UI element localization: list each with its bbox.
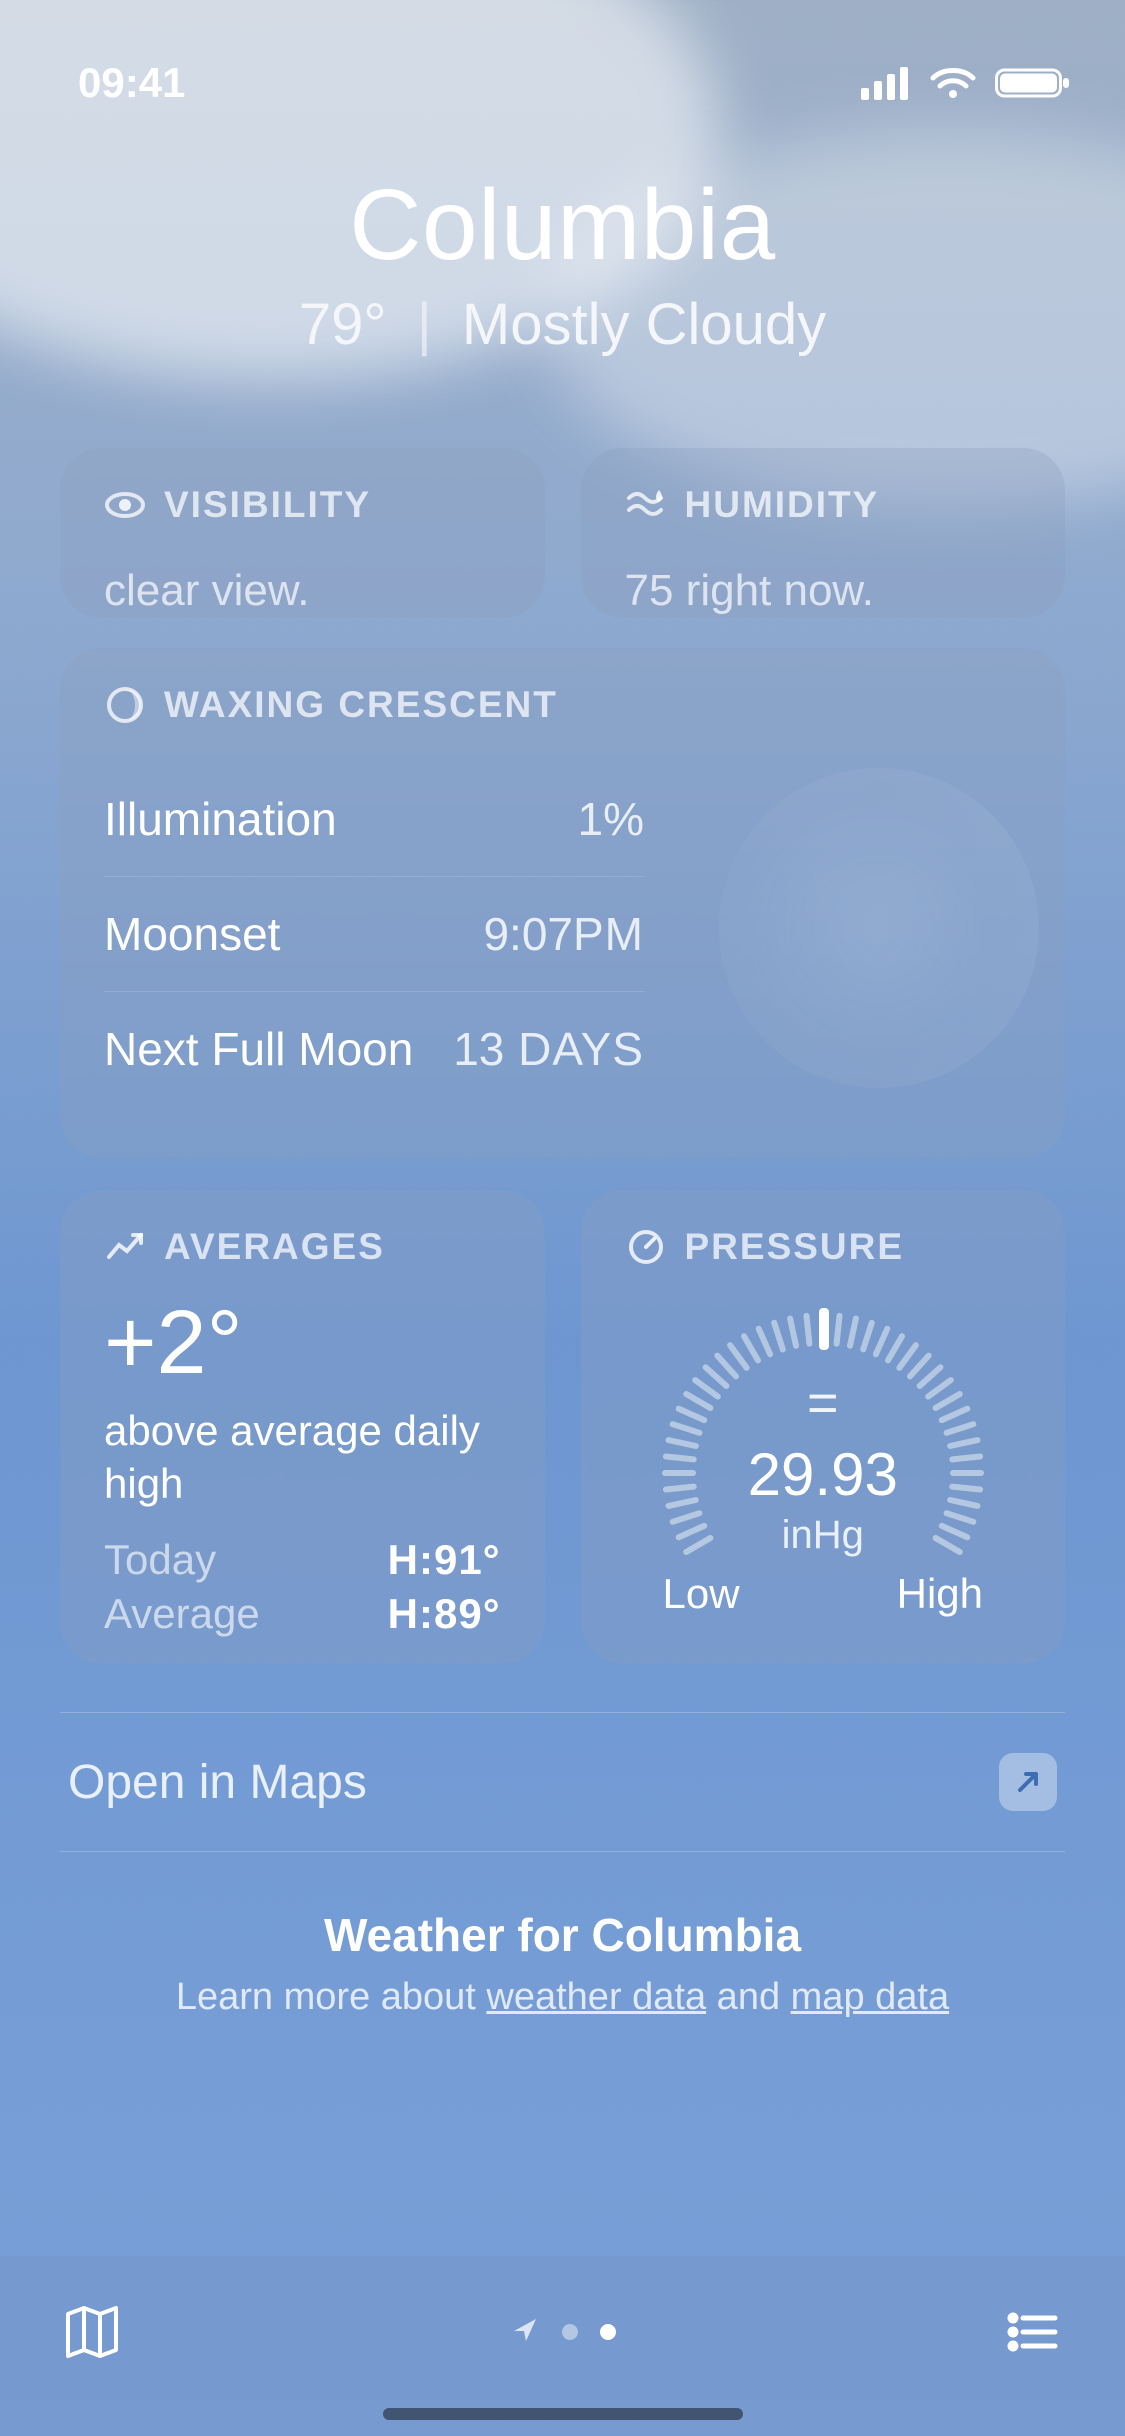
pressure-value: 29.93 <box>625 1440 1022 1509</box>
pressure-title: PRESSURE <box>685 1226 905 1268</box>
avg-avg-value: H:89° <box>388 1590 501 1638</box>
moon-illum-label: Illumination <box>104 792 337 846</box>
page-dot <box>562 2324 578 2340</box>
visibility-title: VISIBILITY <box>164 484 371 526</box>
open-in-maps-label: Open in Maps <box>68 1755 367 1810</box>
moon-set-value: 9:07PM <box>483 907 644 961</box>
open-in-maps-row[interactable]: Open in Maps <box>60 1712 1065 1852</box>
wifi-icon <box>929 66 977 100</box>
location-header: Columbia 79° | Mostly Cloudy <box>0 130 1125 358</box>
list-icon[interactable] <box>999 2298 1067 2366</box>
avg-today-value: H:91° <box>388 1536 501 1584</box>
moon-graphic <box>719 768 1039 1088</box>
visibility-clipped-text: clear view. <box>104 566 501 616</box>
pressure-high-label: High <box>897 1570 983 1618</box>
cellular-icon <box>861 66 911 100</box>
current-summary: 79° | Mostly Cloudy <box>0 291 1125 358</box>
averages-delta: +2° <box>104 1292 501 1395</box>
avg-today-label: Today <box>104 1536 358 1584</box>
moon-next-label: Next Full Moon <box>104 1022 413 1076</box>
humidity-title: HUMIDITY <box>685 484 880 526</box>
moon-set-label: Moonset <box>104 907 280 961</box>
bottom-toolbar <box>0 2256 1125 2436</box>
averages-title: AVERAGES <box>164 1226 385 1268</box>
summary-separator: | <box>403 292 446 357</box>
moon-card[interactable]: WAXING CRESCENT Illumination 1% Moonset … <box>60 648 1065 1158</box>
page-dot-active <box>600 2324 616 2340</box>
moon-illum-value: 1% <box>578 792 644 846</box>
gauge-icon <box>625 1226 667 1268</box>
home-indicator[interactable] <box>383 2408 743 2420</box>
humidity-icon <box>625 484 667 526</box>
humidity-card[interactable]: HUMIDITY 75 right now. <box>581 448 1066 618</box>
moon-phase-icon <box>104 684 146 726</box>
status-right <box>861 66 1071 100</box>
averages-text: above average daily high <box>104 1405 501 1510</box>
attribution-title: Weather for Columbia <box>0 1908 1125 1962</box>
moon-row-moonset: Moonset 9:07PM <box>104 876 644 991</box>
weather-data-link[interactable]: weather data <box>486 1976 706 2018</box>
visibility-card[interactable]: VISIBILITY clear view. <box>60 448 545 618</box>
battery-icon <box>995 66 1071 100</box>
humidity-clipped-text: 75 right now. <box>625 566 1022 616</box>
current-condition: Mostly Cloudy <box>462 292 826 357</box>
page-indicator[interactable] <box>510 2315 616 2350</box>
city-name: Columbia <box>0 168 1125 283</box>
status-time: 09:41 <box>78 59 185 107</box>
moon-row-nextfull: Next Full Moon 13 DAYS <box>104 991 644 1106</box>
attribution-mid: and <box>706 1976 791 2018</box>
eye-icon <box>104 484 146 526</box>
pressure-trend: = <box>625 1376 1022 1430</box>
avg-avg-label: Average <box>104 1590 358 1638</box>
chart-up-icon <box>104 1226 146 1268</box>
moon-next-value: 13 DAYS <box>453 1022 644 1076</box>
open-external-icon <box>999 1753 1057 1811</box>
averages-table: Today H:91° Average H:89° <box>104 1536 501 1638</box>
current-temp: 79° <box>299 292 387 357</box>
attribution-prefix: Learn more about <box>176 1976 487 2018</box>
pressure-gauge: = 29.93 inHg Low High <box>625 1278 1022 1618</box>
moon-title: WAXING CRESCENT <box>164 684 558 726</box>
moon-row-illumination: Illumination 1% <box>104 762 644 876</box>
status-bar: 09:41 <box>0 0 1125 130</box>
pressure-unit: inHg <box>625 1513 1022 1558</box>
pressure-card[interactable]: PRESSURE = 29.93 inHg Low <box>581 1190 1066 1664</box>
averages-card[interactable]: AVERAGES +2° above average daily high To… <box>60 1190 545 1664</box>
map-icon[interactable] <box>58 2298 126 2366</box>
attribution: Weather for Columbia Learn more about we… <box>0 1908 1125 2019</box>
map-data-link[interactable]: map data <box>791 1976 949 2018</box>
location-arrow-icon <box>510 2315 540 2350</box>
pressure-low-label: Low <box>663 1570 740 1618</box>
